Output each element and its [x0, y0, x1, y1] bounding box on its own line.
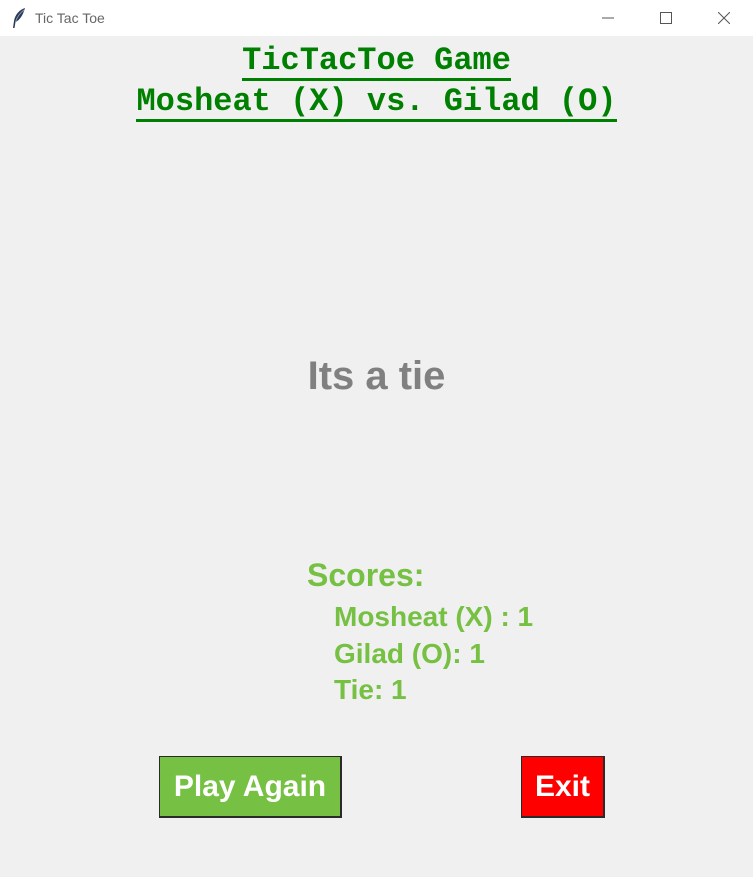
feather-icon	[11, 7, 27, 29]
score-player-o: Gilad (O): 1	[334, 638, 485, 669]
title-bar[interactable]: Tic Tac Toe	[0, 0, 753, 36]
exit-button[interactable]: Exit	[521, 756, 605, 818]
players-matchup-text: Mosheat (X) vs. Gilad (O)	[136, 83, 617, 122]
game-title-text: TicTacToe Game	[242, 42, 511, 81]
score-tie: Tie: 1	[334, 674, 407, 705]
maximize-icon	[660, 12, 672, 24]
minimize-icon	[602, 17, 614, 19]
close-icon	[718, 12, 730, 24]
minimize-button[interactable]	[579, 0, 637, 36]
game-status: Its a tie	[307, 354, 446, 398]
play-again-button[interactable]: Play Again	[159, 756, 342, 818]
scores-title: Scores:	[307, 557, 425, 593]
window-title: Tic Tac Toe	[35, 10, 105, 26]
app-window: Tic Tac Toe TicTacToe Game Mosheat (X) v…	[0, 0, 753, 877]
close-button[interactable]	[695, 0, 753, 36]
game-title: TicTacToe Game	[0, 42, 753, 81]
players-matchup: Mosheat (X) vs. Gilad (O)	[0, 83, 753, 122]
score-player-x: Mosheat (X) : 1	[334, 601, 534, 632]
maximize-button[interactable]	[637, 0, 695, 36]
